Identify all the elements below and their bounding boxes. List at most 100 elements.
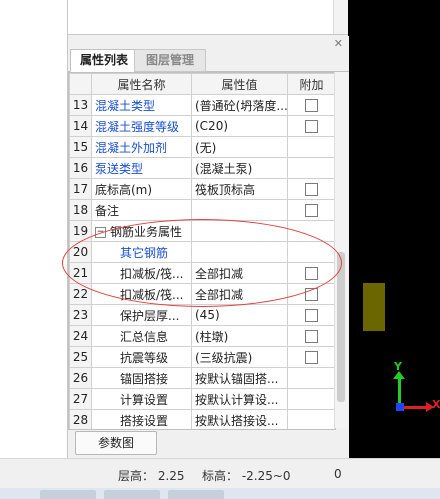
property-name-text: 备注 <box>95 203 120 218</box>
property-name-text: 钢筋业务属性 <box>110 224 183 239</box>
property-value[interactable]: 按默认锚固搭... <box>191 367 288 389</box>
table-header-row: 属性名称 属性值 附加 <box>69 73 335 95</box>
header-value: 属性值 <box>191 73 288 95</box>
property-name: 混凝土外加剂 <box>91 136 192 158</box>
property-name-text: 锚固搭接 <box>120 371 169 386</box>
taskbar-app-1[interactable] <box>40 490 96 499</box>
collapse-icon[interactable]: − <box>95 226 106 238</box>
attach-checkbox[interactable] <box>305 351 318 364</box>
row-number: 23 <box>69 304 92 326</box>
property-value[interactable]: 按默认计算设... <box>191 388 288 410</box>
row-number: 24 <box>69 325 92 347</box>
property-name: 混凝土强度等级 <box>91 115 192 137</box>
property-name: 锚固搭接 <box>91 367 192 389</box>
property-value[interactable]: 按默认搭接设... <box>191 409 288 429</box>
taskbar <box>0 488 440 499</box>
table-row[interactable]: 22 扣减板/筏... 全部扣减 <box>69 283 335 305</box>
table-row[interactable]: 21 扣减板/筏... 全部扣减 <box>69 262 335 284</box>
upper-scrollbar[interactable] <box>333 0 348 34</box>
property-value[interactable] <box>191 199 288 221</box>
property-name: 搭接设置 <box>91 409 192 429</box>
elevation: 标高： -2.25~0 <box>202 469 291 483</box>
property-value[interactable] <box>191 241 288 263</box>
attach-checkbox[interactable] <box>305 99 318 112</box>
property-name-text: 底标高(m) <box>95 182 153 197</box>
attach-checkbox[interactable] <box>305 120 318 133</box>
property-value[interactable]: (混凝土泵) <box>191 157 288 179</box>
taskbar-app-3[interactable] <box>168 490 224 499</box>
table-row[interactable]: 20 其它钢筋 <box>69 241 335 263</box>
property-value[interactable] <box>191 220 288 242</box>
tab-layer-management[interactable]: 图层管理 <box>134 49 206 72</box>
attach-cell <box>287 325 335 347</box>
attach-checkbox[interactable] <box>305 330 318 343</box>
property-name-text: 扣减板/筏... <box>120 287 184 302</box>
property-name-text: 计算设置 <box>120 392 169 407</box>
floor-height: 层高： 2.25 <box>118 469 185 483</box>
taskbar-app-2[interactable] <box>104 490 160 499</box>
table-row[interactable]: 15 混凝土外加剂 (无) <box>69 136 335 158</box>
attach-checkbox[interactable] <box>305 183 318 196</box>
table-row[interactable]: 24 汇总信息 (柱墩) <box>69 325 335 347</box>
table-row[interactable]: 17 底标高(m) 筏板顶标高 <box>69 178 335 200</box>
property-value[interactable]: 全部扣减 <box>191 262 288 284</box>
param-diagram-button[interactable]: 参数图 <box>75 431 157 455</box>
property-scrollbar[interactable] <box>334 72 348 428</box>
attach-checkbox[interactable] <box>305 267 318 280</box>
property-name: 扣减板/筏... <box>91 262 192 284</box>
property-value[interactable]: (45) <box>191 304 288 326</box>
table-row[interactable]: 27 计算设置 按默认计算设... <box>69 388 335 410</box>
attach-checkbox[interactable] <box>305 204 318 217</box>
property-value[interactable]: (柱墩) <box>191 325 288 347</box>
property-panel: ✕ 属性列表 图层管理 属性名称 属性值 附加 13 混凝土类型 (普通砼(坍落度.… <box>67 36 349 458</box>
attach-cell <box>287 367 335 389</box>
property-value[interactable]: (无) <box>191 136 288 158</box>
property-rows: 13 混凝土类型 (普通砼(坍落度... 14 混凝土强度等级 (C20) 15 混凝土外加剂… <box>69 94 335 429</box>
property-value[interactable]: (三级抗震) <box>191 346 288 368</box>
property-name-text: 扣减板/筏... <box>120 266 184 281</box>
origin-icon <box>396 403 404 411</box>
table-row[interactable]: 19− 钢筋业务属性 <box>69 220 335 242</box>
attach-cell <box>287 409 335 429</box>
attach-checkbox[interactable] <box>305 309 318 322</box>
property-value[interactable]: (C20) <box>191 115 288 137</box>
tab-property-list[interactable]: 属性列表 <box>70 49 138 72</box>
model-element[interactable] <box>363 283 385 331</box>
table-row[interactable]: 14 混凝土强度等级 (C20) <box>69 115 335 137</box>
property-name-text: 搭接设置 <box>120 413 169 428</box>
table-row[interactable]: 23 保护层厚... (45) <box>69 304 335 326</box>
attach-cell <box>287 388 335 410</box>
scrollbar-thumb[interactable] <box>337 252 345 402</box>
header-num <box>69 73 92 95</box>
property-value[interactable]: (普通砼(坍落度... <box>191 94 288 116</box>
x-axis-icon <box>400 406 428 409</box>
attach-cell <box>287 283 335 305</box>
property-name: 扣减板/筏... <box>91 283 192 305</box>
row-number: 17 <box>69 178 92 200</box>
row-number: 15 <box>69 136 92 158</box>
attach-cell <box>287 115 335 137</box>
property-grid: 属性名称 属性值 附加 13 混凝土类型 (普通砼(坍落度... 14 混凝土强度等级 (… <box>68 72 336 430</box>
attach-checkbox[interactable] <box>305 288 318 301</box>
table-row[interactable]: 13 混凝土类型 (普通砼(坍落度... <box>69 94 335 116</box>
property-name-text: 其它钢筋 <box>120 245 169 260</box>
property-name: 汇总信息 <box>91 325 192 347</box>
property-value[interactable]: 筏板顶标高 <box>191 178 288 200</box>
attach-cell <box>287 346 335 368</box>
table-row[interactable]: 25 抗震等级 (三级抗震) <box>69 346 335 368</box>
attach-cell <box>287 157 335 179</box>
attach-cell <box>287 136 335 158</box>
table-row[interactable]: 18 备注 <box>69 199 335 221</box>
property-table: 属性名称 属性值 附加 13 混凝土类型 (普通砼(坍落度... 14 混凝土强度等级 (… <box>69 73 335 429</box>
row-number: 27 <box>69 388 92 410</box>
property-value[interactable]: 全部扣减 <box>191 283 288 305</box>
property-name-text: 泵送类型 <box>95 161 144 176</box>
table-row[interactable]: 26 锚固搭接 按默认锚固搭... <box>69 367 335 389</box>
table-row[interactable]: 16 泵送类型 (混凝土泵) <box>69 157 335 179</box>
3d-viewport[interactable] <box>348 0 440 458</box>
attach-cell <box>287 241 335 263</box>
table-row[interactable]: 28 搭接设置 按默认搭接设... <box>69 409 335 429</box>
row-number: 16 <box>69 157 92 179</box>
row-number: 20 <box>69 241 92 263</box>
left-panel <box>0 0 68 458</box>
